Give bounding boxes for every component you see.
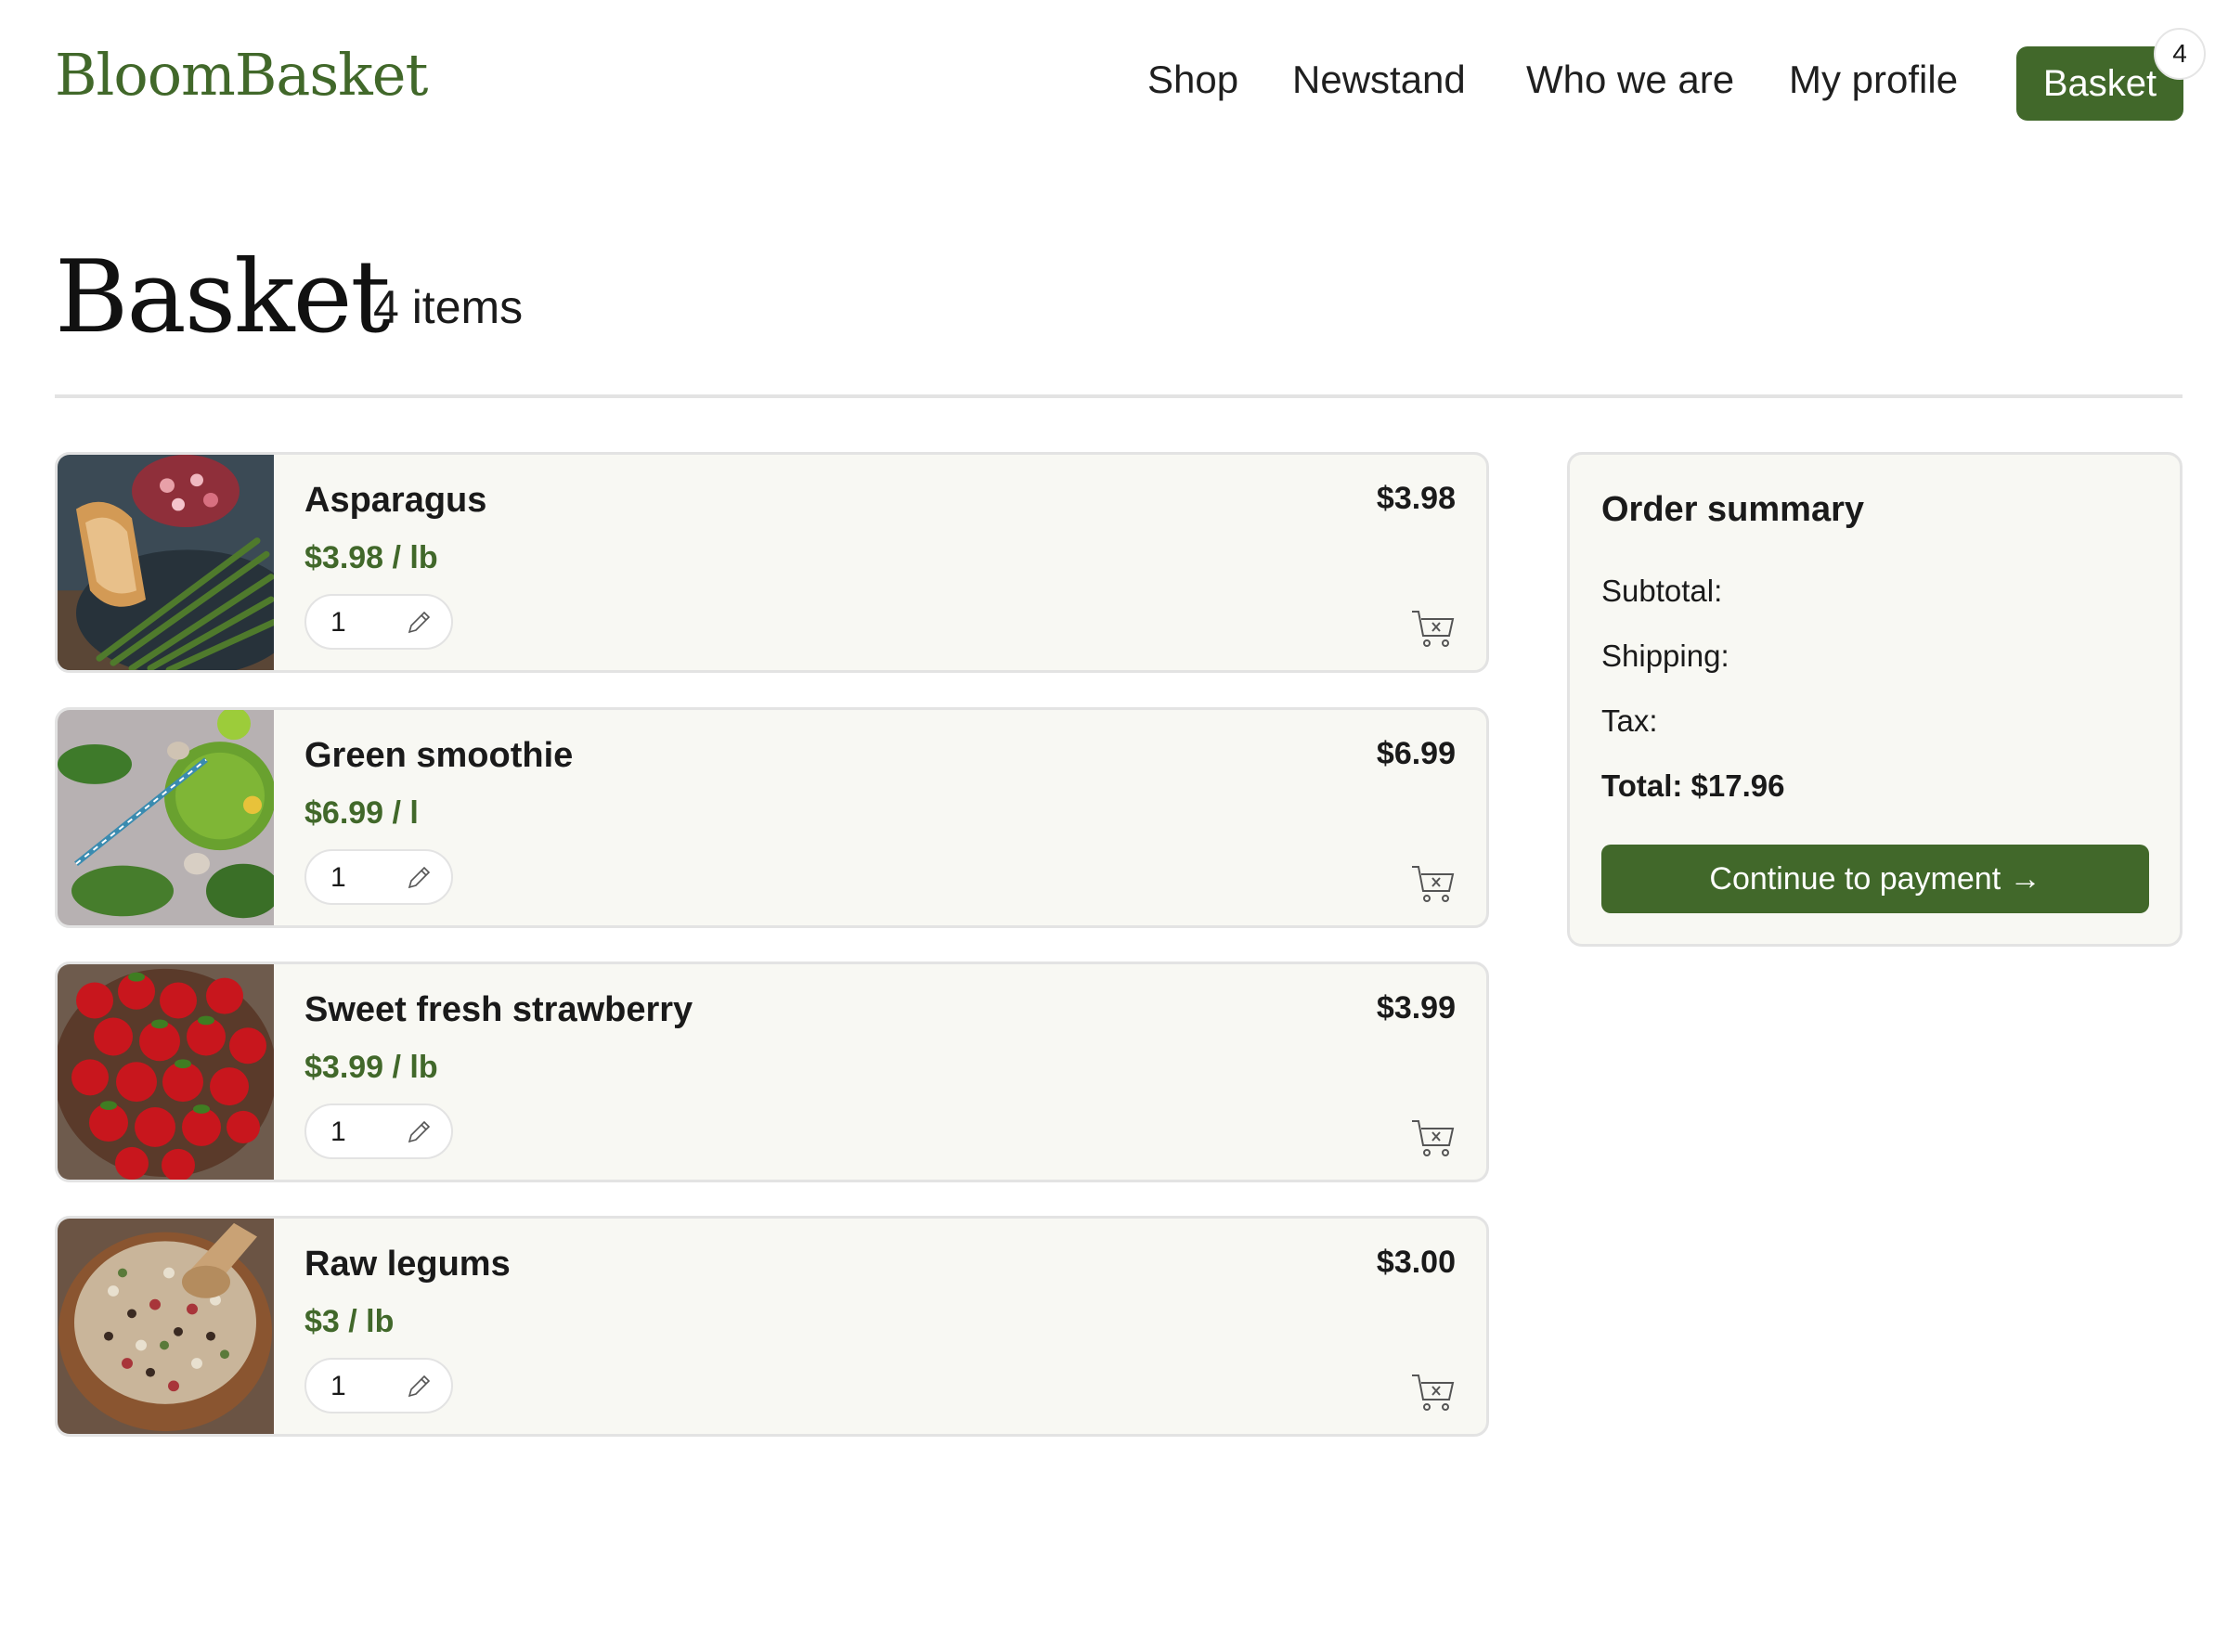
quantity-field[interactable]: 1 xyxy=(304,1358,453,1413)
pencil-icon[interactable] xyxy=(405,1373,433,1400)
quantity-field[interactable]: 1 xyxy=(304,594,453,650)
quantity-value: 1 xyxy=(330,607,346,638)
unit-price: $6.99 / l xyxy=(304,795,419,831)
unit-price: $3.98 / lb xyxy=(304,540,438,575)
pencil-icon[interactable] xyxy=(405,1118,433,1146)
tax-label: Tax: xyxy=(1601,703,1658,738)
cart-remove-icon[interactable] xyxy=(1410,863,1457,906)
item-count: 4 items xyxy=(373,281,524,333)
basket-item: Sweet fresh strawberry $3.99 / lb $3.99 … xyxy=(55,962,1489,1182)
basket-count-badge: 4 xyxy=(2154,28,2206,80)
nav-who-we-are[interactable]: Who we are xyxy=(1526,58,1734,102)
cart-remove-icon[interactable] xyxy=(1410,1372,1457,1414)
item-name: Raw legums xyxy=(304,1245,511,1284)
site-header: BloomBasket Shop Newstand Who we are My … xyxy=(0,0,2228,167)
pencil-icon[interactable] xyxy=(405,864,433,892)
line-total: $3.00 xyxy=(1376,1245,1456,1280)
quantity-value: 1 xyxy=(330,1371,346,1401)
line-total: $6.99 xyxy=(1376,736,1456,771)
unit-price: $3 / lb xyxy=(304,1304,395,1339)
nav-shop[interactable]: Shop xyxy=(1147,58,1238,102)
order-total: Total: $17.96 xyxy=(1601,768,1785,803)
basket-item: Green smoothie $6.99 / l $6.99 1 xyxy=(55,707,1489,928)
item-name: Sweet fresh strawberry xyxy=(304,990,693,1029)
nav-my-profile[interactable]: My profile xyxy=(1789,58,1958,102)
product-image-green-smoothie xyxy=(58,710,274,925)
line-total: $3.99 xyxy=(1376,990,1456,1026)
item-name: Asparagus xyxy=(304,481,487,520)
product-image-raw-legums xyxy=(58,1219,274,1434)
pencil-icon[interactable] xyxy=(405,609,433,637)
basket-item: Asparagus $3.98 / lb $3.98 1 xyxy=(55,452,1489,673)
quantity-field[interactable]: 1 xyxy=(304,1103,453,1159)
unit-price: $3.99 / lb xyxy=(304,1050,438,1085)
order-summary-title: Order summary xyxy=(1601,490,1865,529)
continue-to-payment-button[interactable]: Continue to payment → xyxy=(1601,845,2149,913)
subtotal-label: Subtotal: xyxy=(1601,574,1723,608)
order-summary: Order summary Subtotal: Shipping: Tax: T… xyxy=(1567,452,2183,947)
logo[interactable]: BloomBasket xyxy=(55,41,428,109)
product-image-strawberry xyxy=(58,964,274,1180)
item-name: Green smoothie xyxy=(304,736,574,775)
cart-remove-icon[interactable] xyxy=(1410,608,1457,651)
quantity-value: 1 xyxy=(330,862,346,893)
line-total: $3.98 xyxy=(1376,481,1456,516)
divider xyxy=(55,394,2183,398)
quantity-value: 1 xyxy=(330,1116,346,1147)
nav-newstand[interactable]: Newstand xyxy=(1292,58,1466,102)
product-image-asparagus xyxy=(58,455,274,670)
page-title: Basket xyxy=(55,239,391,355)
basket-item: Raw legums $3 / lb $3.00 1 xyxy=(55,1216,1489,1437)
cart-remove-icon[interactable] xyxy=(1410,1117,1457,1160)
quantity-field[interactable]: 1 xyxy=(304,849,453,905)
shipping-label: Shipping: xyxy=(1601,639,1729,673)
